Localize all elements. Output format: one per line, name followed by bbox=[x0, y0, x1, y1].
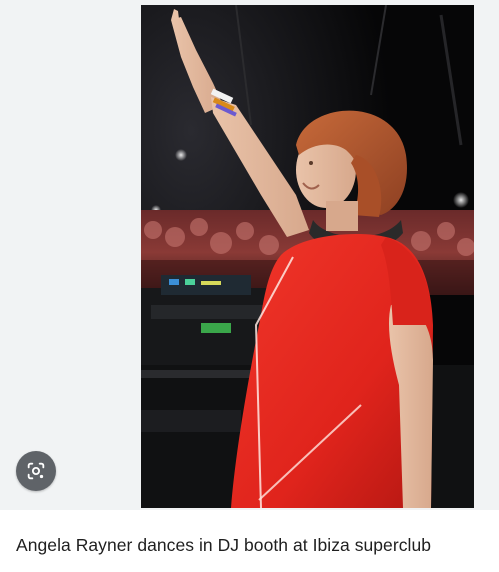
image-result-card: Angela Rayner dances in DJ booth at Ibiz… bbox=[0, 0, 499, 572]
image-caption-link[interactable]: Angela Rayner dances in DJ booth at Ibiz… bbox=[16, 533, 496, 557]
photo-illustration bbox=[141, 5, 474, 508]
google-lens-icon bbox=[27, 462, 45, 480]
image-preview[interactable] bbox=[0, 0, 499, 510]
photo-woman-dancing-dj-booth[interactable] bbox=[141, 5, 474, 508]
google-lens-button[interactable] bbox=[16, 451, 56, 491]
